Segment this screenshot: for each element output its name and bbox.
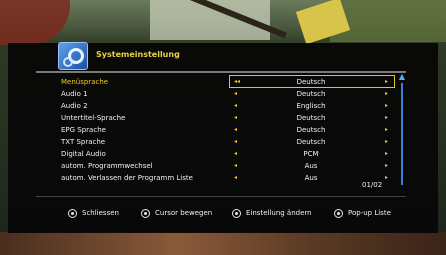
setting-value: Aus: [304, 162, 318, 170]
arrow-right-icon[interactable]: ▸: [385, 88, 388, 100]
setting-label: Audio 1: [61, 90, 88, 98]
footer-hints: Schliessen Cursor bewegen Einstellung än…: [0, 208, 446, 220]
setting-value: Englisch: [296, 102, 326, 110]
hint-label: Cursor bewegen: [155, 209, 213, 217]
hint-label: Einstellung ändern: [246, 209, 312, 217]
setting-row-epg-sprache[interactable]: EPG Sprache ◂ Deutsch ▸: [61, 124, 397, 136]
arrow-left-icon[interactable]: ◂: [234, 112, 237, 124]
setting-value: Deutsch: [296, 114, 326, 122]
arrow-right-icon[interactable]: ▸: [385, 124, 388, 136]
setting-row-autom-verlassen[interactable]: autom. Verlassen der Programm Liste ◂ Au…: [61, 172, 397, 184]
setting-row-audio-2[interactable]: Audio 2 ◂ Englisch ▸: [61, 100, 397, 112]
exit-button-icon: [68, 209, 77, 218]
arrow-left-icon[interactable]: ◂: [234, 136, 237, 148]
setting-row-audio-1[interactable]: Audio 1 ◂ Deutsch ▸: [61, 88, 397, 100]
scroll-up-icon[interactable]: ▲: [398, 73, 406, 81]
header-divider: [36, 71, 406, 73]
arrow-right-icon[interactable]: ▸: [385, 100, 388, 112]
arrow-right-icon[interactable]: ▸: [385, 160, 388, 172]
setting-label: Menüsprache: [61, 78, 109, 86]
setting-label: Untertitel-Sprache: [61, 114, 126, 122]
ok-button-icon: [232, 209, 241, 218]
setting-label: Digital Audio: [61, 150, 106, 158]
arrow-left-icon[interactable]: ◂: [234, 124, 237, 136]
bg-bottom-strip: [0, 232, 446, 255]
cursor-button-icon: [141, 209, 150, 218]
setting-value: Deutsch: [296, 138, 326, 146]
popup-button-icon: [334, 209, 343, 218]
setting-value: Deutsch: [296, 90, 326, 98]
arrow-left-icon[interactable]: ◂◂: [234, 76, 240, 88]
setting-value: Deutsch: [296, 78, 326, 86]
arrow-right-icon[interactable]: ▸: [385, 112, 388, 124]
setting-row-menuesprache[interactable]: Menüsprache ◂◂ Deutsch ▸: [61, 75, 397, 88]
hint-label: Pop-up Liste: [348, 209, 391, 217]
setting-row-txt-sprache[interactable]: TXT Sprache ◂ Deutsch ▸: [61, 136, 397, 148]
setting-label: TXT Sprache: [61, 138, 106, 146]
bg-leaves-left: [0, 0, 70, 45]
arrow-right-icon[interactable]: ▸: [385, 136, 388, 148]
settings-gear-icon: [58, 42, 88, 70]
hint-label: Schliessen: [82, 209, 119, 217]
setting-label: Audio 2: [61, 102, 88, 110]
arrow-left-icon[interactable]: ◂: [234, 160, 237, 172]
setting-label: autom. Programmwechsel: [61, 162, 153, 170]
setting-value: PCM: [303, 150, 319, 158]
arrow-left-icon[interactable]: ◂: [234, 88, 237, 100]
menu-title: Systemeinstellung: [96, 50, 180, 59]
setting-row-untertitel-sprache[interactable]: Untertitel-Sprache ◂ Deutsch ▸: [61, 112, 397, 124]
setting-label: autom. Verlassen der Programm Liste: [61, 174, 193, 182]
scrollbar[interactable]: ▲: [398, 73, 406, 185]
arrow-left-icon[interactable]: ◂: [234, 172, 237, 184]
arrow-right-icon[interactable]: ▸: [385, 172, 388, 184]
arrow-right-icon[interactable]: ▸: [385, 148, 388, 160]
footer-divider: [36, 196, 406, 197]
setting-row-autom-programmwechsel[interactable]: autom. Programmwechsel ◂ Aus ▸: [61, 160, 397, 172]
setting-row-digital-audio[interactable]: Digital Audio ◂ PCM ▸: [61, 148, 397, 160]
setting-value: Aus: [304, 174, 318, 182]
page-indicator: 01/02: [362, 181, 383, 189]
scrollbar-track[interactable]: [401, 83, 403, 185]
arrow-left-icon[interactable]: ◂: [234, 148, 237, 160]
setting-label: EPG Sprache: [61, 126, 106, 134]
arrow-right-icon[interactable]: ▸: [385, 76, 388, 88]
arrow-left-icon[interactable]: ◂: [234, 100, 237, 112]
setting-value: Deutsch: [296, 126, 326, 134]
